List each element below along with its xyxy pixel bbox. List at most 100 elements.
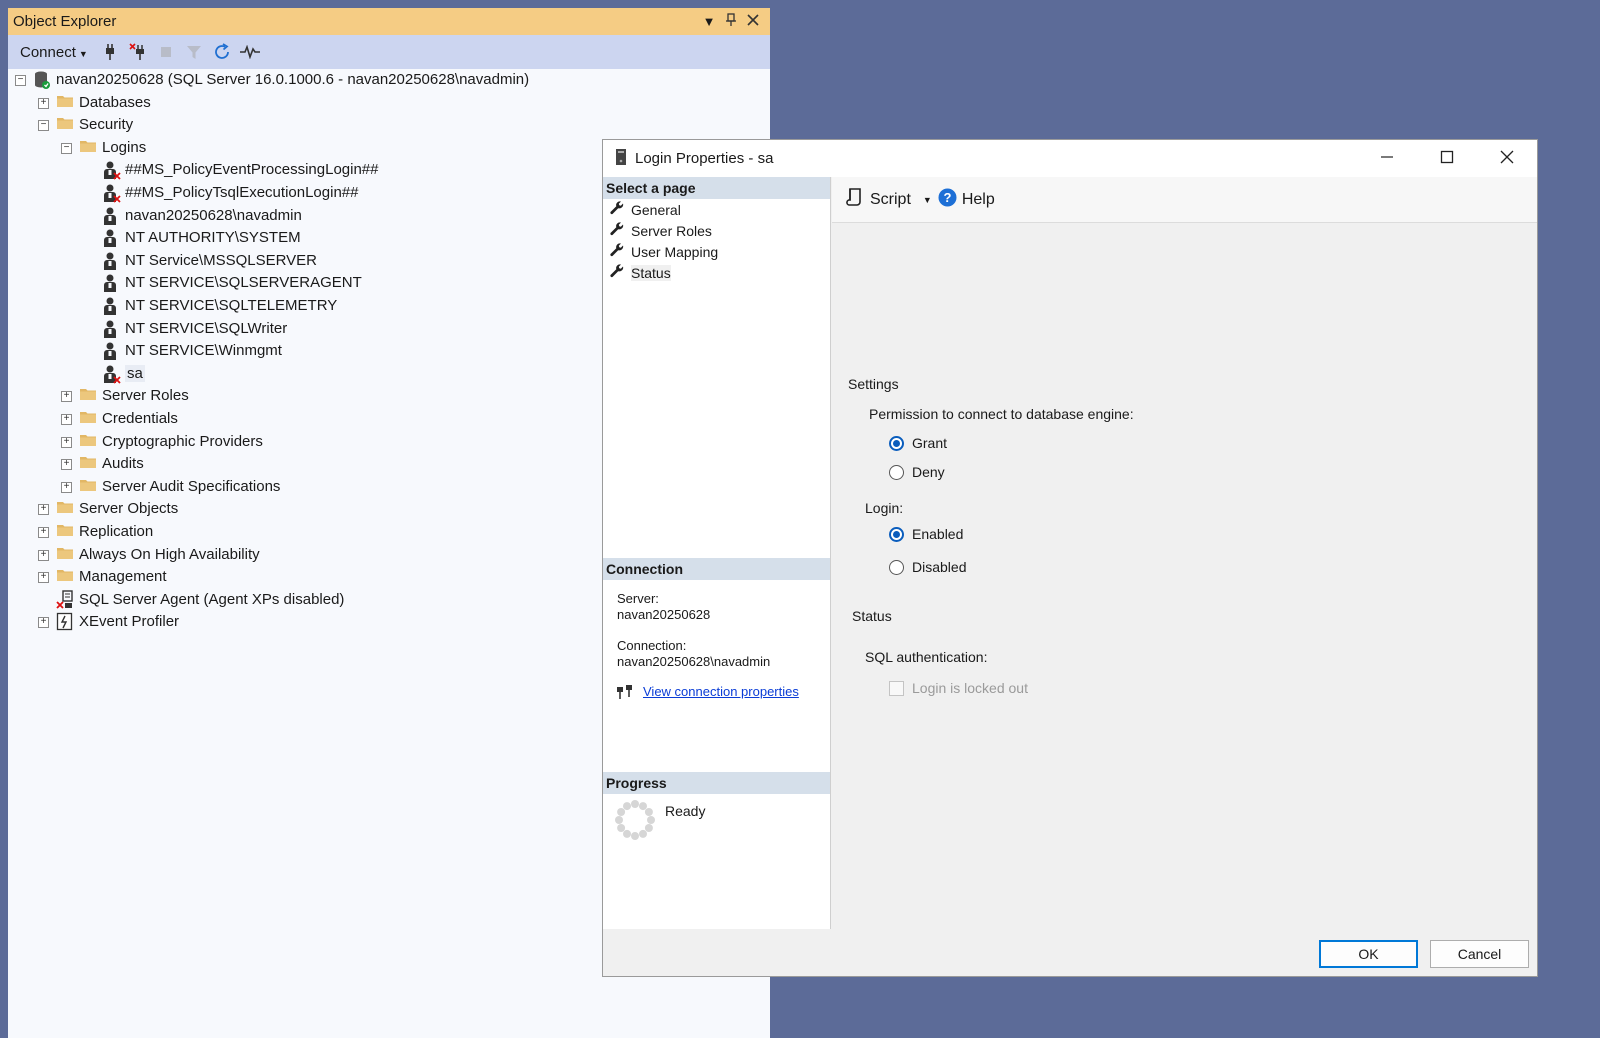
- tree-node-label: SQL Server Agent (Agent XPs disabled): [79, 590, 345, 608]
- script-button[interactable]: Script ▼: [846, 187, 932, 212]
- stop-icon[interactable]: [156, 42, 176, 62]
- enabled-radio-circle[interactable]: [889, 526, 904, 542]
- maximize-icon[interactable]: [1417, 148, 1477, 169]
- tree-node-label: NT AUTHORITY\SYSTEM: [125, 229, 301, 247]
- dialog-close-icon[interactable]: [1477, 148, 1537, 169]
- tree-node-label: NT SERVICE\Winmgmt: [125, 342, 282, 360]
- ok-button[interactable]: OK: [1319, 940, 1418, 968]
- login-label: Login:: [865, 500, 904, 516]
- left-pane: Select a page General Server Roles User Ma…: [603, 177, 831, 929]
- deny-radio-circle[interactable]: [889, 464, 904, 480]
- agent-disabled-icon: [56, 590, 76, 614]
- expand-icon[interactable]: +: [38, 97, 49, 109]
- collapse-icon[interactable]: −: [15, 75, 26, 86]
- tree-node-label: Replication: [79, 523, 154, 540]
- grant-label: Grant: [912, 435, 948, 451]
- connect-dropdown-button[interactable]: Connect ▼: [16, 42, 92, 63]
- expand-icon[interactable]: +: [38, 504, 49, 516]
- tree-node-label: ##MS_PolicyTsqlExecutionLogin##: [125, 184, 359, 201]
- script-dropdown-icon[interactable]: ▼: [923, 195, 932, 205]
- tree-node-label: Server Roles: [102, 387, 189, 405]
- connection-properties-icon: [615, 682, 635, 703]
- login-locked-out-checkbox[interactable]: Login is locked out: [889, 680, 1028, 696]
- tree-node-label: NT SERVICE\SQLWriter: [125, 319, 288, 337]
- view-connection-properties-link[interactable]: View connection properties: [643, 684, 799, 699]
- tree-node-label: navan20250628 (SQL Server 16.0.1000.6 - …: [56, 71, 530, 88]
- page-item-user-mapping[interactable]: User Mapping: [603, 241, 830, 262]
- expand-icon[interactable]: +: [38, 527, 49, 538]
- tree-node[interactable]: − Security: [8, 114, 748, 136]
- tree-node[interactable]: + Databases: [8, 92, 748, 114]
- disabled-radio[interactable]: Disabled: [889, 559, 966, 575]
- login-icon: [102, 251, 122, 275]
- refresh-icon[interactable]: [212, 42, 232, 62]
- tree-node-label: ##MS_PolicyEventProcessingLogin##: [125, 161, 379, 179]
- cancel-button[interactable]: Cancel: [1430, 940, 1529, 968]
- wrench-icon: [609, 242, 625, 261]
- server-label: Server:: [617, 591, 659, 606]
- expand-icon[interactable]: +: [61, 459, 72, 471]
- tree-node-label: Logins: [102, 138, 147, 156]
- login-disabled-icon: [102, 160, 122, 184]
- collapse-icon[interactable]: −: [61, 142, 72, 154]
- folder-icon: [56, 93, 74, 113]
- script-icon: [846, 187, 864, 212]
- grant-radio[interactable]: Grant: [889, 435, 947, 451]
- grant-radio-circle[interactable]: [889, 435, 904, 451]
- minimize-icon[interactable]: [1357, 148, 1417, 169]
- login-icon: [102, 273, 122, 297]
- expand-icon[interactable]: +: [61, 414, 72, 425]
- login-properties-dialog: Login Properties - sa Select a page Gene…: [602, 139, 1538, 977]
- collapse-icon[interactable]: −: [38, 120, 49, 132]
- pin-icon[interactable]: [720, 13, 742, 30]
- help-button[interactable]: ? Help: [938, 188, 995, 212]
- expand-icon[interactable]: +: [38, 549, 49, 561]
- enabled-label: Enabled: [912, 526, 964, 542]
- wrench-icon: [609, 200, 625, 219]
- connect-plug-icon[interactable]: [100, 42, 120, 62]
- object-explorer-title: Object Explorer: [13, 13, 117, 30]
- script-label: Script: [870, 190, 911, 208]
- expand-icon[interactable]: +: [38, 617, 49, 629]
- login-disabled-icon: [102, 364, 122, 388]
- filter-icon[interactable]: [184, 42, 204, 62]
- progress-spinner-icon: [614, 799, 656, 844]
- folder-icon: [79, 138, 97, 158]
- help-label: Help: [961, 190, 995, 208]
- right-pane: Script ▼ ? Help Settings Permission to c…: [832, 177, 1537, 929]
- deny-label: Deny: [912, 464, 945, 480]
- page-item-general[interactable]: General: [603, 199, 830, 220]
- tree-node-label: Security: [79, 116, 134, 134]
- expand-icon[interactable]: +: [61, 391, 72, 403]
- object-explorer-title-bar: Object Explorer ▼: [8, 8, 770, 35]
- expand-icon[interactable]: +: [61, 481, 72, 493]
- tree-node-label: Credentials: [102, 410, 178, 427]
- tree-node[interactable]: − navan20250628 (SQL Server 16.0.1000.6 -…: [8, 69, 748, 91]
- page-item-status[interactable]: Status: [603, 262, 830, 283]
- disabled-radio-circle[interactable]: [889, 559, 904, 575]
- tree-node-label: Cryptographic Providers: [102, 432, 263, 450]
- expand-icon[interactable]: +: [38, 572, 49, 584]
- tree-node-label: XEvent Profiler: [79, 613, 180, 631]
- locked-out-checkbox-box[interactable]: [889, 680, 904, 696]
- page-item-server-roles[interactable]: Server Roles: [603, 220, 830, 241]
- tree-node-label: Databases: [79, 93, 151, 111]
- deny-radio[interactable]: Deny: [889, 464, 945, 480]
- permission-label: Permission to connect to database engine…: [869, 406, 1134, 422]
- folder-icon: [56, 115, 74, 135]
- folder-icon: [79, 432, 97, 452]
- login-disabled-icon: [102, 183, 122, 207]
- enabled-radio[interactable]: Enabled: [889, 526, 963, 542]
- activity-monitor-icon[interactable]: [239, 42, 260, 62]
- window-position-dropdown-icon[interactable]: ▼: [698, 14, 720, 29]
- close-icon[interactable]: [742, 14, 764, 29]
- server-dialog-icon: [615, 148, 627, 170]
- select-page-header: Select a page: [603, 177, 830, 199]
- expand-icon[interactable]: +: [61, 436, 72, 448]
- disconnect-icon[interactable]: [128, 42, 148, 62]
- folder-icon: [79, 454, 97, 474]
- dialog-toolbar: Script ▼ ? Help: [832, 177, 1537, 223]
- progress-header: Progress: [603, 772, 830, 794]
- sql-authentication-label: SQL authentication:: [865, 649, 988, 665]
- login-icon: [102, 206, 122, 230]
